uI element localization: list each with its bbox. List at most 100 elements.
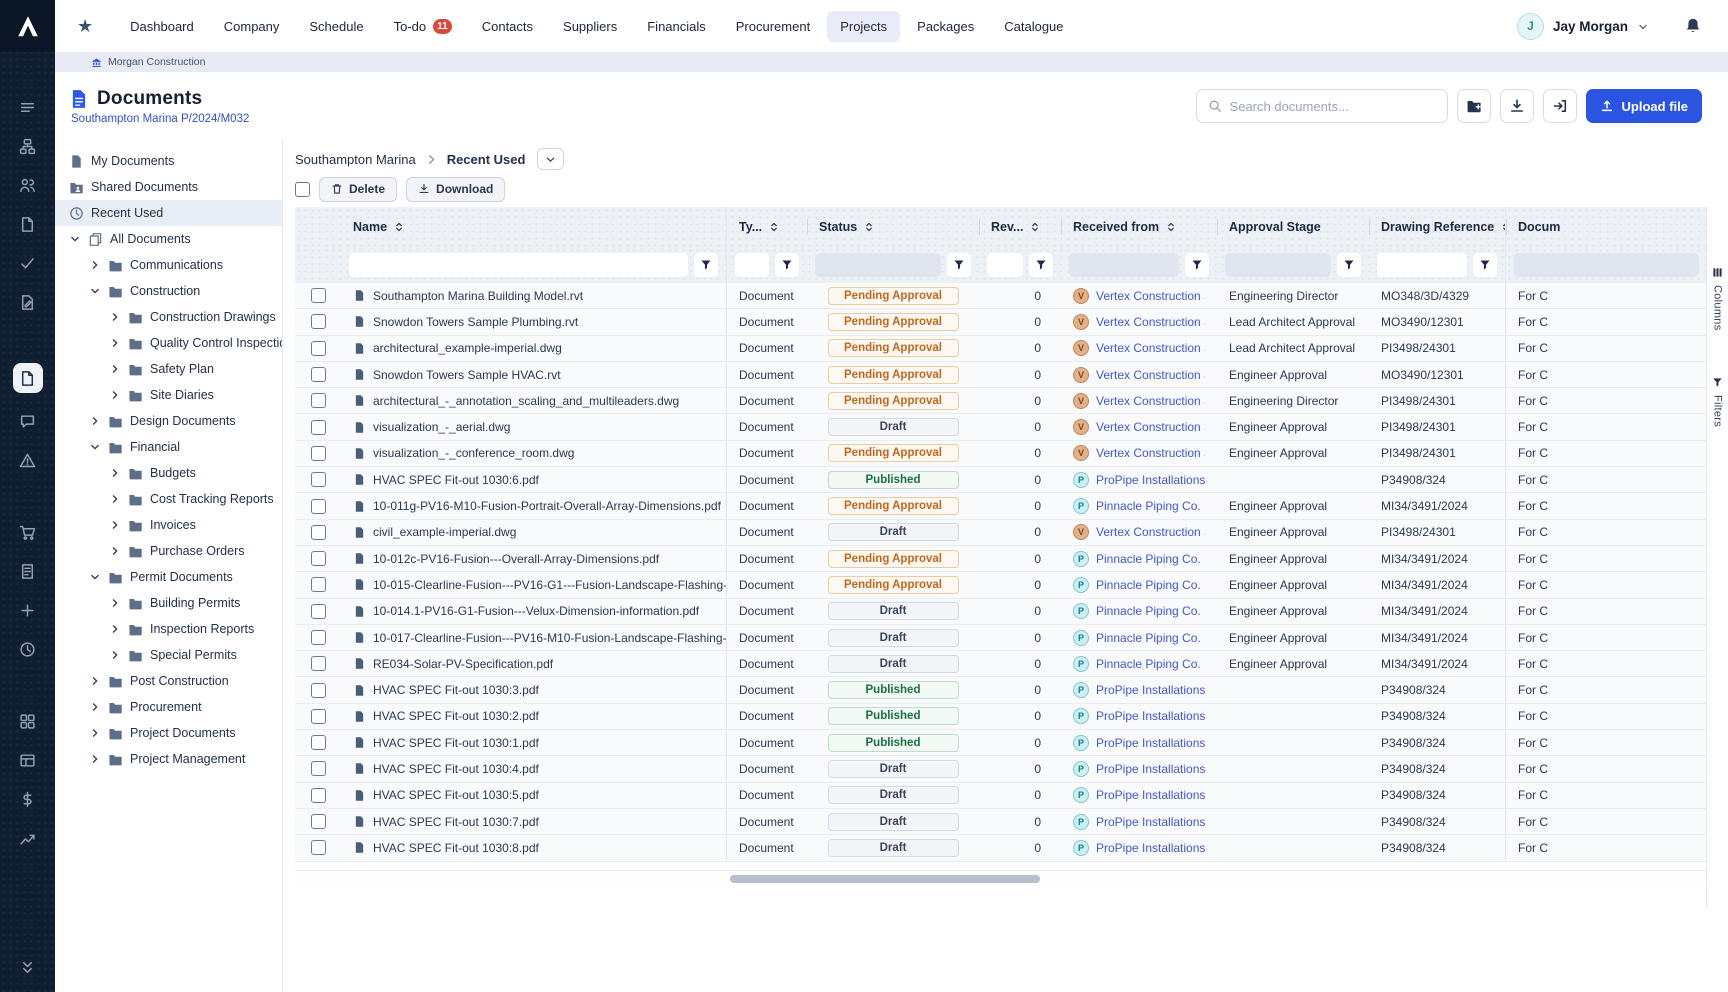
chevron-right-icon[interactable]	[89, 727, 101, 739]
document-name[interactable]: 10-012c-PV16-Fusion---Overall-Array-Dime…	[373, 552, 659, 566]
document-name[interactable]: civil_example-imperial.dwg	[373, 525, 516, 539]
column-header-rev[interactable]: Rev...	[979, 207, 1061, 247]
document-name[interactable]: HVAC SPEC Fit-out 1030:7.pdf	[373, 815, 539, 829]
nav-item-projects[interactable]: Projects	[827, 11, 900, 42]
sort-icon[interactable]	[1165, 221, 1177, 233]
company-link[interactable]: ProPipe Installations	[1096, 815, 1205, 829]
company-link[interactable]: ProPipe Installations	[1096, 841, 1205, 855]
document-name[interactable]: 10-015-Clearline-Fusion---PV16-G1---Fusi…	[373, 578, 727, 592]
chevron-right-icon[interactable]	[89, 415, 101, 427]
chevron-right-icon[interactable]	[109, 467, 121, 479]
filter-funnel-button[interactable]	[775, 253, 799, 277]
sidebar-item-budgets[interactable]: Budgets	[55, 460, 282, 486]
move-to-button[interactable]	[1543, 89, 1577, 123]
approvals-icon[interactable]	[16, 252, 40, 274]
table-row[interactable]: Southampton Marina Building Model.rvtDoc…	[295, 283, 1707, 309]
document-name[interactable]: HVAC SPEC Fit-out 1030:5.pdf	[373, 788, 539, 802]
sidebar-item-special-permits[interactable]: Special Permits	[55, 642, 282, 668]
filter-input-from[interactable]	[1069, 253, 1179, 277]
sidebar-item-all-documents[interactable]: All Documents	[55, 226, 282, 252]
company-link[interactable]: ProPipe Installations	[1096, 788, 1205, 802]
table-row[interactable]: 10-014.1-PV16-G1-Fusion---Velux-Dimensio…	[295, 599, 1707, 625]
document-name-cell[interactable]: 10-012c-PV16-Fusion---Overall-Array-Dime…	[341, 546, 727, 571]
chevron-right-icon[interactable]	[109, 363, 121, 375]
sidebar-item-site-diaries[interactable]: Site Diaries	[55, 382, 282, 408]
new-folder-button[interactable]	[1457, 89, 1491, 123]
document-name-cell[interactable]: RE034-Solar-PV-Specification.pdf	[341, 651, 727, 676]
document-name[interactable]: HVAC SPEC Fit-out 1030:6.pdf	[373, 473, 539, 487]
document-name[interactable]: HVAC SPEC Fit-out 1030:2.pdf	[373, 709, 539, 723]
row-checkbox[interactable]	[311, 367, 326, 382]
chevron-down-icon[interactable]	[1637, 20, 1649, 32]
document-name[interactable]: HVAC SPEC Fit-out 1030:8.pdf	[373, 841, 539, 855]
sidebar-item-shared-documents[interactable]: Shared Documents	[55, 174, 282, 200]
file-edit-icon[interactable]	[16, 291, 40, 313]
document-name-cell[interactable]: visualization_-_aerial.dwg	[341, 414, 727, 439]
issues-icon[interactable]	[16, 449, 40, 471]
filter-funnel-button[interactable]	[1185, 253, 1209, 277]
chevron-right-icon[interactable]	[89, 259, 101, 271]
row-checkbox[interactable]	[311, 604, 326, 619]
document-name[interactable]: 10-014.1-PV16-G1-Fusion---Velux-Dimensio…	[373, 604, 699, 618]
filter-input-status[interactable]	[815, 253, 941, 277]
row-checkbox[interactable]	[311, 446, 326, 461]
sidebar-item-construction[interactable]: Construction	[55, 278, 282, 304]
row-checkbox[interactable]	[311, 656, 326, 671]
chevron-right-icon[interactable]	[109, 623, 121, 635]
sidebar-item-building-permits[interactable]: Building Permits	[55, 590, 282, 616]
table-row[interactable]: HVAC SPEC Fit-out 1030:1.pdfDocumentPubl…	[295, 730, 1707, 756]
filter-input-purpose[interactable]	[1514, 253, 1699, 277]
document-name-cell[interactable]: HVAC SPEC Fit-out 1030:6.pdf	[341, 467, 727, 492]
table-row[interactable]: Snowdon Towers Sample HVAC.rvtDocumentPe…	[295, 362, 1707, 388]
finance-icon[interactable]	[16, 788, 40, 810]
document-name-cell[interactable]: HVAC SPEC Fit-out 1030:2.pdf	[341, 704, 727, 729]
chat-icon[interactable]	[16, 410, 40, 432]
document-name-cell[interactable]: HVAC SPEC Fit-out 1030:7.pdf	[341, 809, 727, 834]
chevron-down-icon[interactable]	[89, 571, 101, 583]
company-link[interactable]: ProPipe Installations	[1096, 683, 1205, 697]
document-name[interactable]: Snowdon Towers Sample HVAC.rvt	[373, 368, 561, 382]
document-name[interactable]: 10-011g-PV16-M10-Fusion-Portrait-Overall…	[373, 499, 721, 513]
chevron-down-icon[interactable]	[89, 441, 101, 453]
sidebar-item-post-construction[interactable]: Post Construction	[55, 668, 282, 694]
time-icon[interactable]	[16, 638, 40, 660]
dashboard-icon[interactable]	[16, 710, 40, 732]
search-input[interactable]	[1230, 99, 1436, 114]
company-link[interactable]: Pinnacle Piping Co.	[1096, 657, 1201, 671]
nav-item-financials[interactable]: Financials	[634, 11, 719, 42]
nav-item-dashboard[interactable]: Dashboard	[117, 11, 207, 42]
chevron-right-icon[interactable]	[109, 493, 121, 505]
document-name[interactable]: RE034-Solar-PV-Specification.pdf	[373, 657, 553, 671]
app-logo[interactable]	[0, 0, 55, 52]
notifications-bell-icon[interactable]	[1684, 17, 1702, 35]
column-header-name[interactable]: Name	[341, 207, 727, 247]
filter-funnel-button[interactable]	[1473, 253, 1497, 277]
sidebar-item-project-documents[interactable]: Project Documents	[55, 720, 282, 746]
document-name[interactable]: HVAC SPEC Fit-out 1030:1.pdf	[373, 736, 539, 750]
document-name[interactable]: 10-017-Clearline-Fusion---PV16-M10-Fusio…	[373, 631, 727, 645]
table-row[interactable]: HVAC SPEC Fit-out 1030:2.pdfDocumentPubl…	[295, 704, 1707, 730]
table-row[interactable]: RE034-Solar-PV-Specification.pdfDocument…	[295, 651, 1707, 677]
table-icon[interactable]	[16, 749, 40, 771]
sort-icon[interactable]	[393, 221, 405, 233]
filter-input-type[interactable]	[735, 253, 769, 277]
sidebar-item-procurement[interactable]: Procurement	[55, 694, 282, 720]
people-icon[interactable]	[16, 174, 40, 196]
document-name[interactable]: architectural_-_annotation_scaling_and_m…	[373, 394, 679, 408]
document-name-cell[interactable]: 10-017-Clearline-Fusion---PV16-M10-Fusio…	[341, 625, 727, 650]
column-header-from[interactable]: Received from	[1061, 207, 1217, 247]
nav-item-to-do[interactable]: To-do11	[381, 11, 465, 42]
document-name-cell[interactable]: 10-015-Clearline-Fusion---PV16-G1---Fusi…	[341, 572, 727, 597]
documents-icon[interactable]	[13, 363, 43, 393]
table-row[interactable]: 10-011g-PV16-M10-Fusion-Portrait-Overall…	[295, 493, 1707, 519]
document-name[interactable]: visualization_-_aerial.dwg	[373, 420, 510, 434]
row-checkbox[interactable]	[311, 630, 326, 645]
company-link[interactable]: ProPipe Installations	[1096, 736, 1205, 750]
sidebar-item-financial[interactable]: Financial	[55, 434, 282, 460]
sidebar-item-invoices[interactable]: Invoices	[55, 512, 282, 538]
row-checkbox[interactable]	[311, 814, 326, 829]
favorites-star-icon[interactable]: ★	[77, 17, 93, 35]
row-checkbox[interactable]	[311, 420, 326, 435]
nav-item-contacts[interactable]: Contacts	[469, 11, 546, 42]
sidebar-item-project-management[interactable]: Project Management	[55, 746, 282, 772]
